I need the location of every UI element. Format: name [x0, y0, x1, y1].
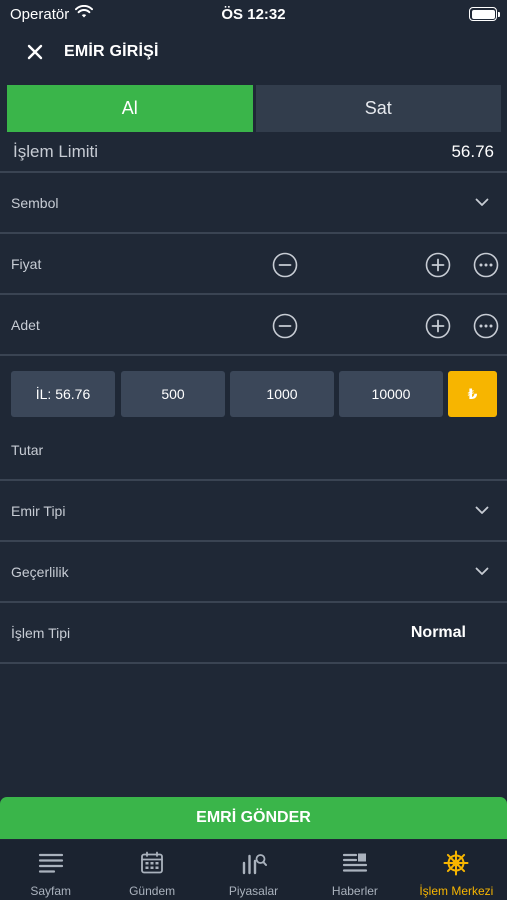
trade-type-value: Normal [410, 623, 466, 641]
tab-buy[interactable]: Al [7, 85, 253, 132]
chevron-down-icon [471, 500, 493, 522]
quantity-label: Adet [11, 316, 40, 333]
amount-label: Tutar [11, 441, 44, 458]
order-side-tabs: Al Sat [7, 85, 501, 132]
close-icon [27, 44, 43, 60]
chevron-down-icon [471, 192, 493, 214]
bottom-nav: Sayfam Gündem Piyasalar Haberler İşlem M… [0, 840, 507, 900]
quick-amount-1000-button[interactable]: 1000 [230, 371, 334, 417]
trade-type-label: İşlem Tipi [11, 624, 71, 641]
plus-circle-icon [425, 252, 451, 278]
submit-order-button[interactable]: EMRİ GÖNDER [0, 797, 507, 839]
news-icon [342, 850, 368, 876]
battery-icon [469, 7, 500, 21]
chevron-down-icon [471, 561, 493, 583]
order-type-label: Emir Tipi [11, 502, 66, 519]
more-options-icon [473, 313, 499, 339]
order-type-select[interactable]: Emir Tipi [0, 481, 507, 542]
price-more-button[interactable] [473, 252, 499, 278]
nav-item-gundem[interactable]: Gündem [101, 840, 202, 900]
quick-amount-10000-button[interactable]: 10000 [339, 371, 443, 417]
symbol-label: Sembol [11, 194, 59, 211]
tab-sell[interactable]: Sat [255, 85, 501, 132]
nav-item-piyasalar[interactable]: Piyasalar [203, 840, 304, 900]
page-title: EMİR GİRİŞİ [64, 43, 159, 60]
quantity-more-button[interactable] [473, 313, 499, 339]
nav-label: Piyasalar [228, 884, 279, 898]
minus-circle-icon [272, 313, 298, 339]
status-bar: Operatör ÖS 12:32 [0, 0, 507, 28]
nav-item-islem-merkezi[interactable]: İşlem Merkezi [406, 840, 507, 900]
list-icon [38, 850, 64, 876]
status-left: Operatör [10, 4, 94, 23]
nav-label: Haberler [331, 884, 378, 898]
more-options-icon [473, 252, 499, 278]
calendar-icon [139, 850, 165, 876]
nav-label: İşlem Merkezi [419, 884, 494, 898]
symbol-select[interactable]: Sembol [0, 173, 507, 234]
nav-label: Sayfam [30, 884, 72, 898]
currency-toggle-button[interactable]: ₺ [448, 371, 497, 417]
carrier-label: Operatör [10, 5, 70, 23]
validity-select[interactable]: Geçerlilik [0, 542, 507, 603]
amount-row[interactable]: Tutar [0, 420, 507, 481]
close-button[interactable] [20, 37, 50, 67]
minus-circle-icon [272, 252, 298, 278]
quantity-decrease-button[interactable] [272, 313, 298, 339]
nav-label: Gündem [129, 884, 176, 898]
trade-limit-label: İşlem Limiti [13, 142, 99, 161]
price-label: Fiyat [11, 255, 42, 272]
price-decrease-button[interactable] [272, 252, 298, 278]
nav-item-sayfam[interactable]: Sayfam [0, 840, 101, 900]
quantity-increase-button[interactable] [425, 313, 451, 339]
trade-limit-row: İşlem Limiti 56.76 [0, 133, 507, 173]
lira-icon: ₺ [467, 385, 478, 402]
trade-type-row[interactable]: İşlem Tipi Normal [0, 603, 507, 664]
header: EMİR GİRİŞİ [0, 30, 507, 74]
quick-amount-500-button[interactable]: 500 [121, 371, 225, 417]
ship-wheel-icon [443, 850, 469, 876]
wifi-icon [75, 4, 94, 23]
market-chart-icon [241, 850, 267, 876]
quick-amount-limit-button[interactable]: İL: 56.76 [11, 371, 115, 417]
plus-circle-icon [425, 313, 451, 339]
price-increase-button[interactable] [425, 252, 451, 278]
trade-limit-value: 56.76 [451, 142, 494, 161]
validity-label: Geçerlilik [11, 563, 69, 580]
nav-item-haberler[interactable]: Haberler [304, 840, 405, 900]
